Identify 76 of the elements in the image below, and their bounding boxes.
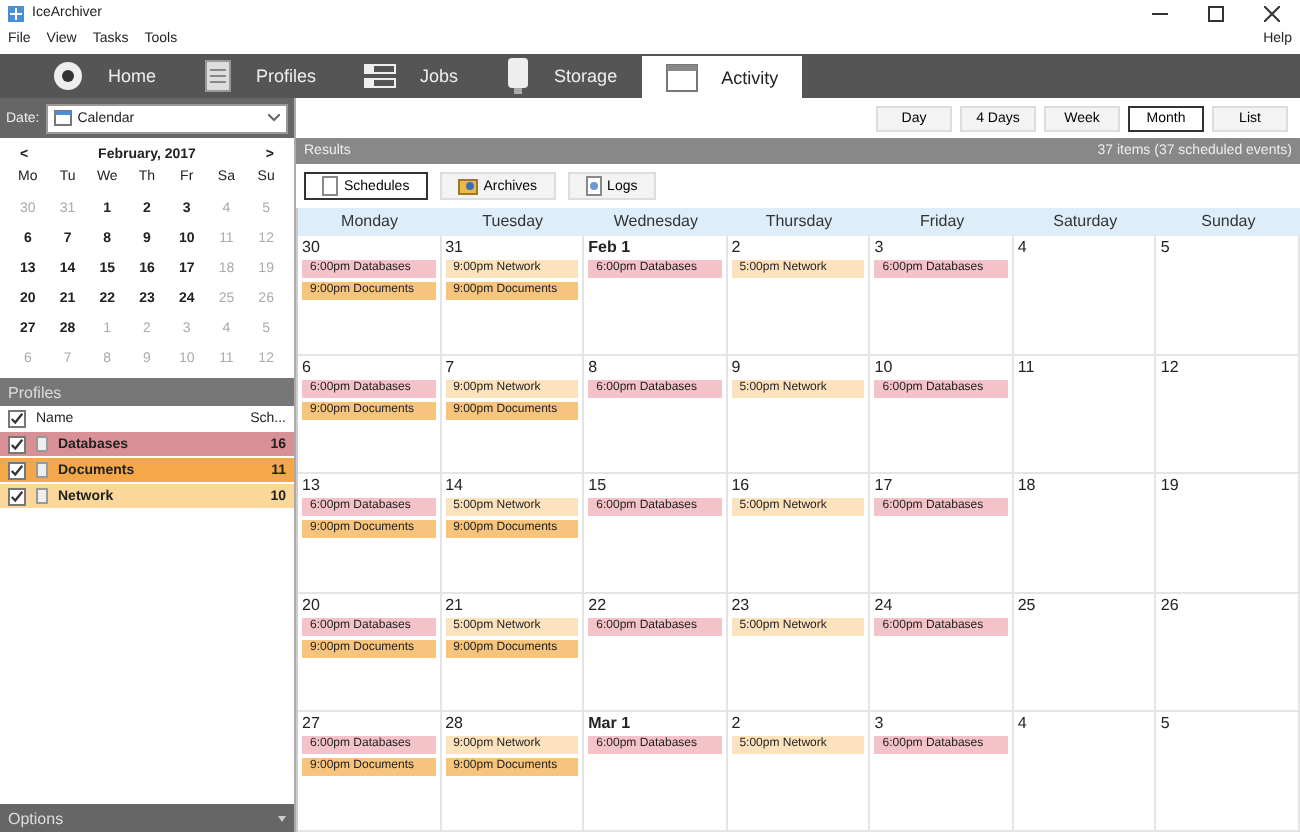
day-number: 23 [731,595,752,614]
nav-tab[interactable]: Activity [641,56,803,98]
chevron-icon [278,815,286,821]
box-icon [457,176,478,196]
day-number: 13 [302,476,322,495]
day-number: 20 [302,595,322,614]
calendar-icon [665,63,698,91]
day-number: 27 [302,714,322,733]
list-icon [364,64,397,88]
weekday-header: Saturday [1013,208,1157,236]
weekday-header: Monday [298,208,442,236]
day-number: 26 [1160,595,1181,614]
close-icon[interactable] [1264,5,1280,21]
day-number: 2 [731,238,743,256]
page-icon [322,176,338,196]
day-number: 28 [445,714,465,733]
weekday-header: Sunday [1156,208,1300,236]
day-number: 22 [588,595,609,614]
checkbox[interactable] [8,487,26,505]
day-number: 21 [445,595,465,614]
day-number: 25 [1017,595,1038,614]
day-number: 24 [874,595,895,614]
day-cell[interactable]: 4 [1013,236,1157,356]
app-icon [8,5,24,21]
chevron-down-icon[interactable] [268,114,280,122]
day-number: 8 [588,357,600,376]
day-number: 4 [1017,238,1029,256]
day-cell[interactable]: 5 [1156,236,1300,356]
weekday-header: Thursday [727,208,871,236]
day-cell[interactable]: 12 [1156,355,1300,475]
day-number: 3 [874,714,886,733]
day-cell[interactable]: 5 [1156,712,1300,832]
day-number: 10 [874,357,895,376]
day-cell[interactable]: 19 [1156,474,1300,594]
drive-icon [506,58,531,94]
day-cell[interactable]: 25 [1013,593,1157,713]
checkbox[interactable] [8,461,26,479]
calendar-icon [53,110,72,126]
document-icon [204,60,233,92]
checkbox[interactable] [8,409,26,427]
day-number: 31 [445,238,465,256]
profiles-header: Profiles [0,378,294,406]
nav-tab[interactable]: Storage [482,54,642,98]
nav-tab[interactable]: Profiles [180,54,341,98]
weekday-header: Wednesday [584,208,728,236]
day-cell[interactable]: 4 [1013,712,1157,832]
page-icon [585,176,602,196]
day-number: 3 [874,238,886,256]
weekday-header: Friday [870,208,1014,236]
day-number: 18 [1017,476,1038,495]
weekday-header: Tuesday [441,208,585,236]
nav-tab[interactable]: Home [28,54,181,98]
day-number: 5 [1160,238,1172,256]
day-number: 9 [731,357,743,376]
day-number: 15 [588,476,609,495]
day-number: 30 [302,238,322,256]
day-number: 12 [1160,357,1181,376]
day-number: 16 [731,476,752,495]
day-cell[interactable]: 26 [1156,593,1300,713]
day-number: 14 [445,476,465,495]
day-number: 6 [302,357,313,376]
day-number: 2 [731,714,743,733]
eye-icon [52,60,84,92]
day-number: 5 [1160,714,1172,733]
day-cell[interactable]: 11 [1013,355,1157,475]
day-number: 7 [445,357,457,376]
day-number: 17 [874,476,895,495]
checkbox[interactable] [8,435,26,453]
day-number: 19 [1160,476,1181,495]
day-number: 4 [1017,714,1029,733]
maximize-icon[interactable] [1208,5,1224,21]
day-number: 11 [1017,357,1037,376]
day-number: Mar 1 [588,714,633,733]
day-number: Feb 1 [588,238,633,256]
nav-tab[interactable]: Jobs [340,54,483,98]
day-cell[interactable]: 18 [1013,474,1157,594]
